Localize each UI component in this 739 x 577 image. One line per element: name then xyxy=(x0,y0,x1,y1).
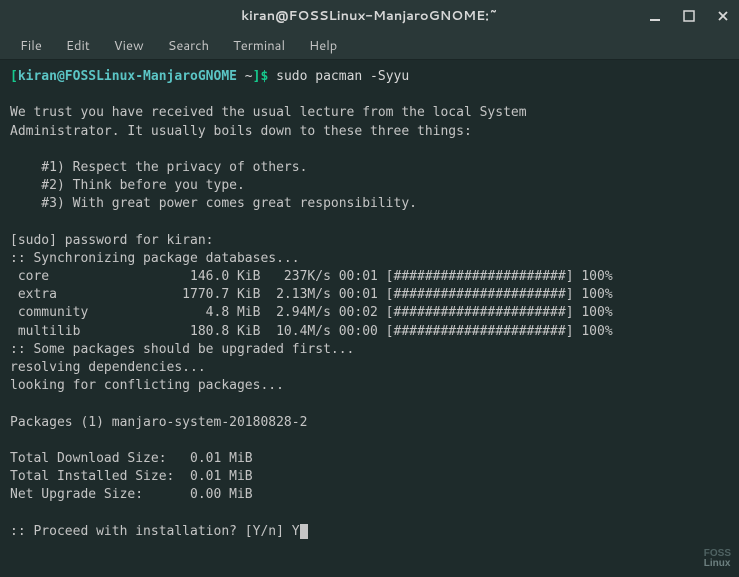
lecture-line-1: We trust you have received the usual lec… xyxy=(10,105,527,120)
packages-line: Packages (1) manjaro-system-20180828-2 xyxy=(10,415,307,430)
minimize-button[interactable] xyxy=(647,8,663,24)
repo-community: community 4.8 MiB 2.94M/s 00:02 [#######… xyxy=(10,305,613,320)
cursor xyxy=(300,524,308,539)
download-size: Total Download Size: 0.01 MiB xyxy=(10,451,253,466)
sync-header: :: Synchronizing package databases... xyxy=(10,251,300,266)
menu-file[interactable]: File xyxy=(10,33,52,59)
user-input: Y xyxy=(292,524,300,539)
menubar: File Edit View Search Terminal Help xyxy=(0,32,739,60)
prompt-path: ~ xyxy=(237,69,253,84)
sudo-password-prompt: [sudo] password for kiran: xyxy=(10,233,221,248)
repo-multilib: multilib 180.8 KiB 10.4M/s 00:00 [######… xyxy=(10,324,613,339)
window-title: kiran@FOSSLinux-ManjaroGNOME:~ xyxy=(241,7,498,25)
prompt-bracket: [ xyxy=(10,69,18,84)
menu-edit[interactable]: Edit xyxy=(56,33,100,59)
titlebar[interactable]: kiran@FOSSLinux-ManjaroGNOME:~ xyxy=(0,0,739,32)
menu-view[interactable]: View xyxy=(104,33,154,59)
terminal-output[interactable]: [kiran@FOSSLinux-ManjaroGNOME ~]$ sudo p… xyxy=(0,60,739,577)
menu-terminal[interactable]: Terminal xyxy=(223,33,295,59)
prompt-user-host: kiran@FOSSLinux-ManjaroGNOME xyxy=(18,69,237,84)
proceed-prompt: :: Proceed with installation? [Y/n] xyxy=(10,524,292,539)
menu-help[interactable]: Help xyxy=(299,33,347,59)
window-controls xyxy=(647,8,731,24)
lecture-line-2: Administrator. It usually boils down to … xyxy=(10,124,472,139)
upgrade-size: Net Upgrade Size: 0.00 MiB xyxy=(10,487,253,502)
lecture-rule-1: #1) Respect the privacy of others. xyxy=(10,160,307,175)
repo-extra: extra 1770.7 KiB 2.13M/s 00:01 [########… xyxy=(10,287,613,302)
maximize-button[interactable] xyxy=(681,8,697,24)
watermark-linux: Linux xyxy=(704,559,731,569)
prompt-close: ]$ xyxy=(253,69,276,84)
lecture-rule-2: #2) Think before you type. xyxy=(10,178,245,193)
installed-size: Total Installed Size: 0.01 MiB xyxy=(10,469,253,484)
watermark: FOSS Linux xyxy=(704,549,731,569)
resolving-deps: resolving dependencies... xyxy=(10,360,206,375)
checking-conflicts: looking for conflicting packages... xyxy=(10,378,284,393)
repo-core: core 146.0 KiB 237K/s 00:01 [###########… xyxy=(10,269,613,284)
close-button[interactable] xyxy=(715,8,731,24)
lecture-rule-3: #3) With great power comes great respons… xyxy=(10,196,417,211)
terminal-window: kiran@FOSSLinux-ManjaroGNOME:~ File Edit… xyxy=(0,0,739,577)
upgrade-message: :: Some packages should be upgraded firs… xyxy=(10,342,354,357)
menu-search[interactable]: Search xyxy=(158,33,219,59)
command-text: sudo pacman -Syyu xyxy=(276,69,409,84)
